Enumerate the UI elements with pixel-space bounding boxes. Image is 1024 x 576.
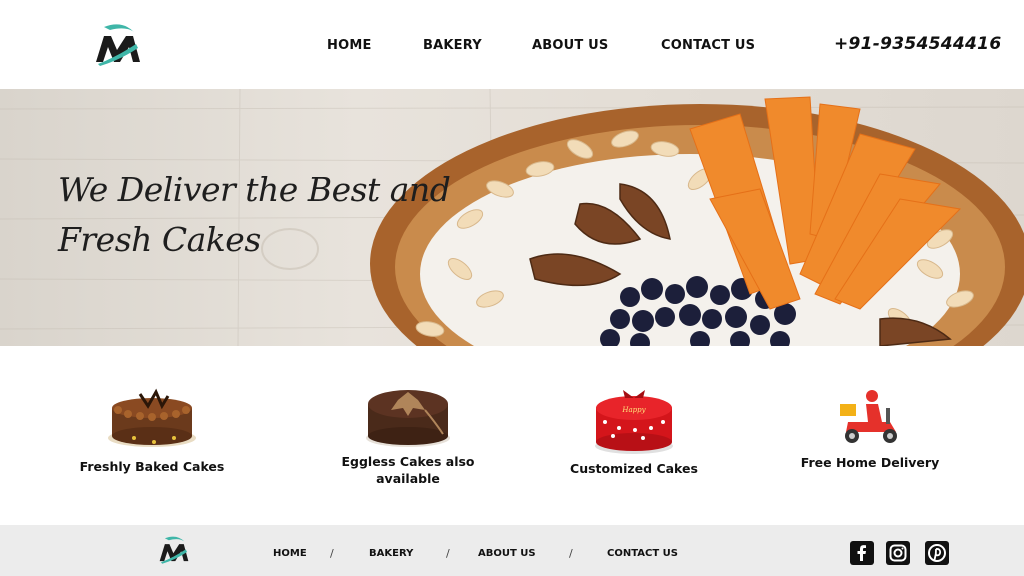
feature-eggless: Eggless Cakes also available — [332, 382, 484, 487]
m-logo-icon — [96, 24, 140, 66]
footer-separator: / — [330, 547, 334, 560]
facebook-icon[interactable] — [850, 541, 874, 565]
instagram-icon[interactable] — [886, 541, 910, 565]
logo[interactable] — [92, 22, 144, 68]
footer-nav-about-us[interactable]: ABOUT US — [478, 548, 536, 559]
nav-about-us[interactable]: ABOUT US — [532, 38, 609, 53]
birthday-cake-icon: Happy — [595, 390, 673, 454]
nav-contact-us[interactable]: CONTACT US — [661, 38, 755, 53]
feature-label: Eggless Cakes also available — [341, 454, 475, 486]
feature-label: Freshly Baked Cakes — [79, 459, 225, 474]
pinterest-icon[interactable] — [925, 541, 949, 565]
site-header: HOME BAKERY ABOUT US CONTACT US +91-9354… — [0, 0, 1024, 89]
phone-number[interactable]: +91-9354544416 — [834, 34, 1001, 54]
delivery-scooter-icon — [840, 390, 897, 443]
hero-title: We Deliver the Best and Fresh Cakes — [58, 170, 451, 259]
footer-nav-home[interactable]: HOME — [273, 548, 307, 559]
hero-banner: We Deliver the Best and Fresh Cakes — [0, 89, 1024, 346]
footer-separator: / — [569, 547, 573, 560]
feature-free-delivery: Free Home Delivery — [796, 388, 944, 471]
svg-text:Happy: Happy — [621, 406, 646, 414]
feature-freshly-baked: Freshly Baked Cakes — [76, 386, 228, 475]
features-section: Freshly Baked Cakes Eggless Cakes also a… — [0, 346, 1024, 525]
m-logo-icon — [159, 536, 189, 564]
site-footer: HOME / BAKERY / ABOUT US / CONTACT US — [0, 525, 1024, 576]
footer-nav-contact-us[interactable]: CONTACT US — [607, 548, 678, 559]
nav-home[interactable]: HOME — [327, 38, 372, 53]
footer-nav-bakery[interactable]: BAKERY — [369, 548, 413, 559]
feature-customized: Happy Customized Cakes — [558, 384, 710, 477]
feature-label: Free Home Delivery — [800, 455, 940, 470]
feature-label: Customized Cakes — [570, 461, 698, 476]
footer-separator: / — [446, 547, 450, 560]
chocolate-cake-icon — [108, 388, 196, 447]
nav-bakery[interactable]: BAKERY — [423, 38, 482, 53]
eggless-cake-icon — [366, 390, 450, 447]
footer-logo[interactable] — [156, 535, 192, 565]
